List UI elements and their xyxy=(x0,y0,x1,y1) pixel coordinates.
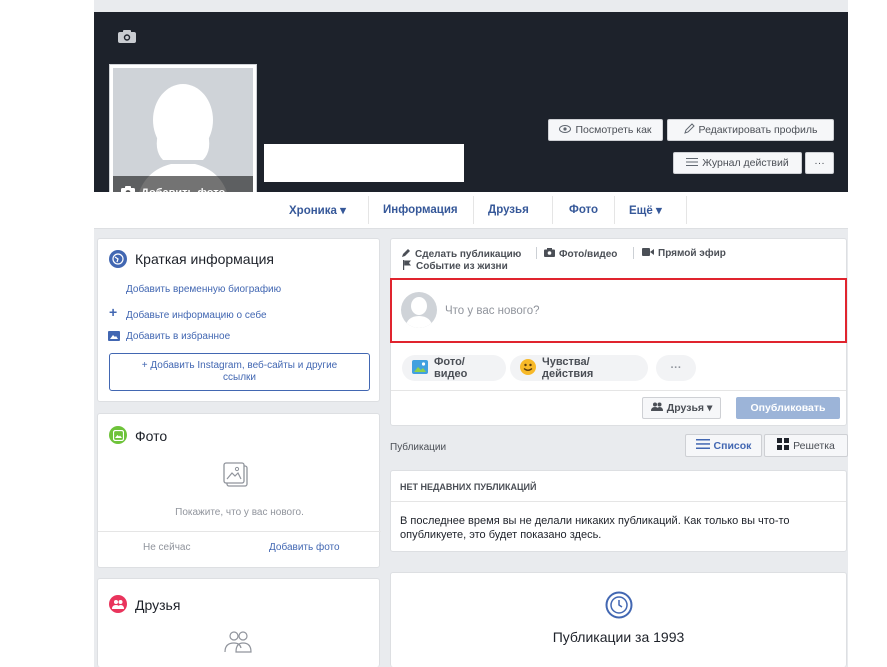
globe-icon xyxy=(109,250,127,268)
life-event-tab[interactable]: Событие из жизни xyxy=(403,260,508,273)
nav-divider xyxy=(686,196,687,224)
smiley-icon xyxy=(520,358,536,378)
nav-divider xyxy=(614,196,615,224)
list-icon xyxy=(686,157,699,170)
divider xyxy=(536,247,537,259)
add-bio-link[interactable]: Добавить временную биографию xyxy=(126,284,281,295)
composer-card: Сделать публикацию Фото/видео Прямой эфи… xyxy=(390,238,847,426)
view-as-button[interactable]: Посмотреть как xyxy=(548,119,663,141)
friends-title: Друзья xyxy=(135,597,181,613)
status-placeholder: Что у вас нового? xyxy=(445,305,540,317)
video-camera-icon xyxy=(642,248,654,259)
profile-name-box xyxy=(264,144,464,182)
no-recent-text: В последнее время вы не делали никаких п… xyxy=(400,515,790,541)
plus-icon: + xyxy=(109,304,118,320)
tab-timeline[interactable]: Хроника ▾ xyxy=(289,192,346,228)
add-featured-link[interactable]: Добавить в избранное xyxy=(126,331,230,342)
photos-card: Фото Покажите, что у вас нового. Не сейч… xyxy=(97,413,381,568)
photo-video-tab[interactable]: Фото/видео xyxy=(544,248,617,260)
intro-title: Краткая информация xyxy=(135,251,274,267)
nav-divider xyxy=(552,196,553,224)
live-tab[interactable]: Прямой эфир xyxy=(642,248,726,259)
friends-card: Друзья xyxy=(97,578,380,667)
camera-icon[interactable] xyxy=(118,30,136,43)
publish-button[interactable]: Опубликовать xyxy=(736,397,840,419)
feelings-pill[interactable]: Чувства/действия xyxy=(510,355,648,381)
activity-log-button[interactable]: Журнал действий xyxy=(673,152,802,174)
year-posts-card: Публикации за 1993 xyxy=(390,572,847,667)
divider xyxy=(633,247,634,259)
no-recent-posts-card: НЕТ НЕДАВНИХ ПУБЛИКАЦИЙ В последнее врем… xyxy=(390,470,847,552)
photo-video-pill[interactable]: Фото/видео xyxy=(402,355,506,381)
add-instagram-button[interactable]: + Добавить Instagram, веб-сайты и другие… xyxy=(109,353,370,391)
tab-about[interactable]: Информация xyxy=(383,192,458,228)
image-placeholder-icon xyxy=(223,462,251,491)
list-view-button[interactable]: Список xyxy=(685,434,762,457)
tab-more[interactable]: Ещё ▾ xyxy=(629,192,662,228)
photos-title: Фото xyxy=(135,428,168,444)
photo-icon xyxy=(109,426,127,444)
divider xyxy=(391,501,846,502)
not-now-button[interactable]: Не сейчас xyxy=(143,542,190,553)
status-input[interactable]: Что у вас нового? xyxy=(390,278,847,343)
grid-icon xyxy=(777,438,790,453)
grid-view-button[interactable]: Решетка xyxy=(764,434,848,457)
photo-icon xyxy=(412,359,428,377)
tab-friends[interactable]: Друзья xyxy=(488,192,529,228)
photos-prompt: Покажите, что у вас нового. xyxy=(175,507,304,518)
posts-header: Публикации xyxy=(390,442,447,453)
profile-nav-bar: Хроника ▾ Информация Друзья Фото Ещё ▾ xyxy=(94,192,848,229)
avatar: Добавить фото xyxy=(113,68,253,210)
year-posts-title: Публикации за 1993 xyxy=(552,629,685,645)
camera-icon xyxy=(544,248,555,260)
eye-icon xyxy=(559,124,572,136)
audience-selector[interactable]: Друзья ▾ xyxy=(642,397,721,419)
add-photo-link[interactable]: Добавить фото xyxy=(269,542,340,553)
friends-icon xyxy=(109,595,127,613)
people-placeholder-icon xyxy=(223,630,253,659)
nav-divider xyxy=(368,196,369,224)
add-info-link[interactable]: Добавьте информацию о себе xyxy=(126,310,267,321)
more-options-button[interactable]: ··· xyxy=(805,152,834,174)
avatar xyxy=(401,292,437,328)
pencil-icon xyxy=(683,123,695,137)
more-pill[interactable]: ··· xyxy=(656,355,696,381)
star-image-icon xyxy=(108,330,120,344)
divider xyxy=(98,531,381,532)
flag-icon xyxy=(403,260,412,273)
divider xyxy=(391,390,846,391)
nav-divider xyxy=(473,196,474,224)
tab-photos[interactable]: Фото xyxy=(569,192,598,228)
clock-icon xyxy=(605,591,633,622)
intro-card: Краткая информация Добавить временную би… xyxy=(97,238,380,402)
friends-icon xyxy=(650,402,663,414)
edit-profile-button[interactable]: Редактировать профиль xyxy=(667,119,834,141)
no-recent-title: НЕТ НЕДАВНИХ ПУБЛИКАЦИЙ xyxy=(400,482,537,492)
list-icon xyxy=(695,439,710,452)
